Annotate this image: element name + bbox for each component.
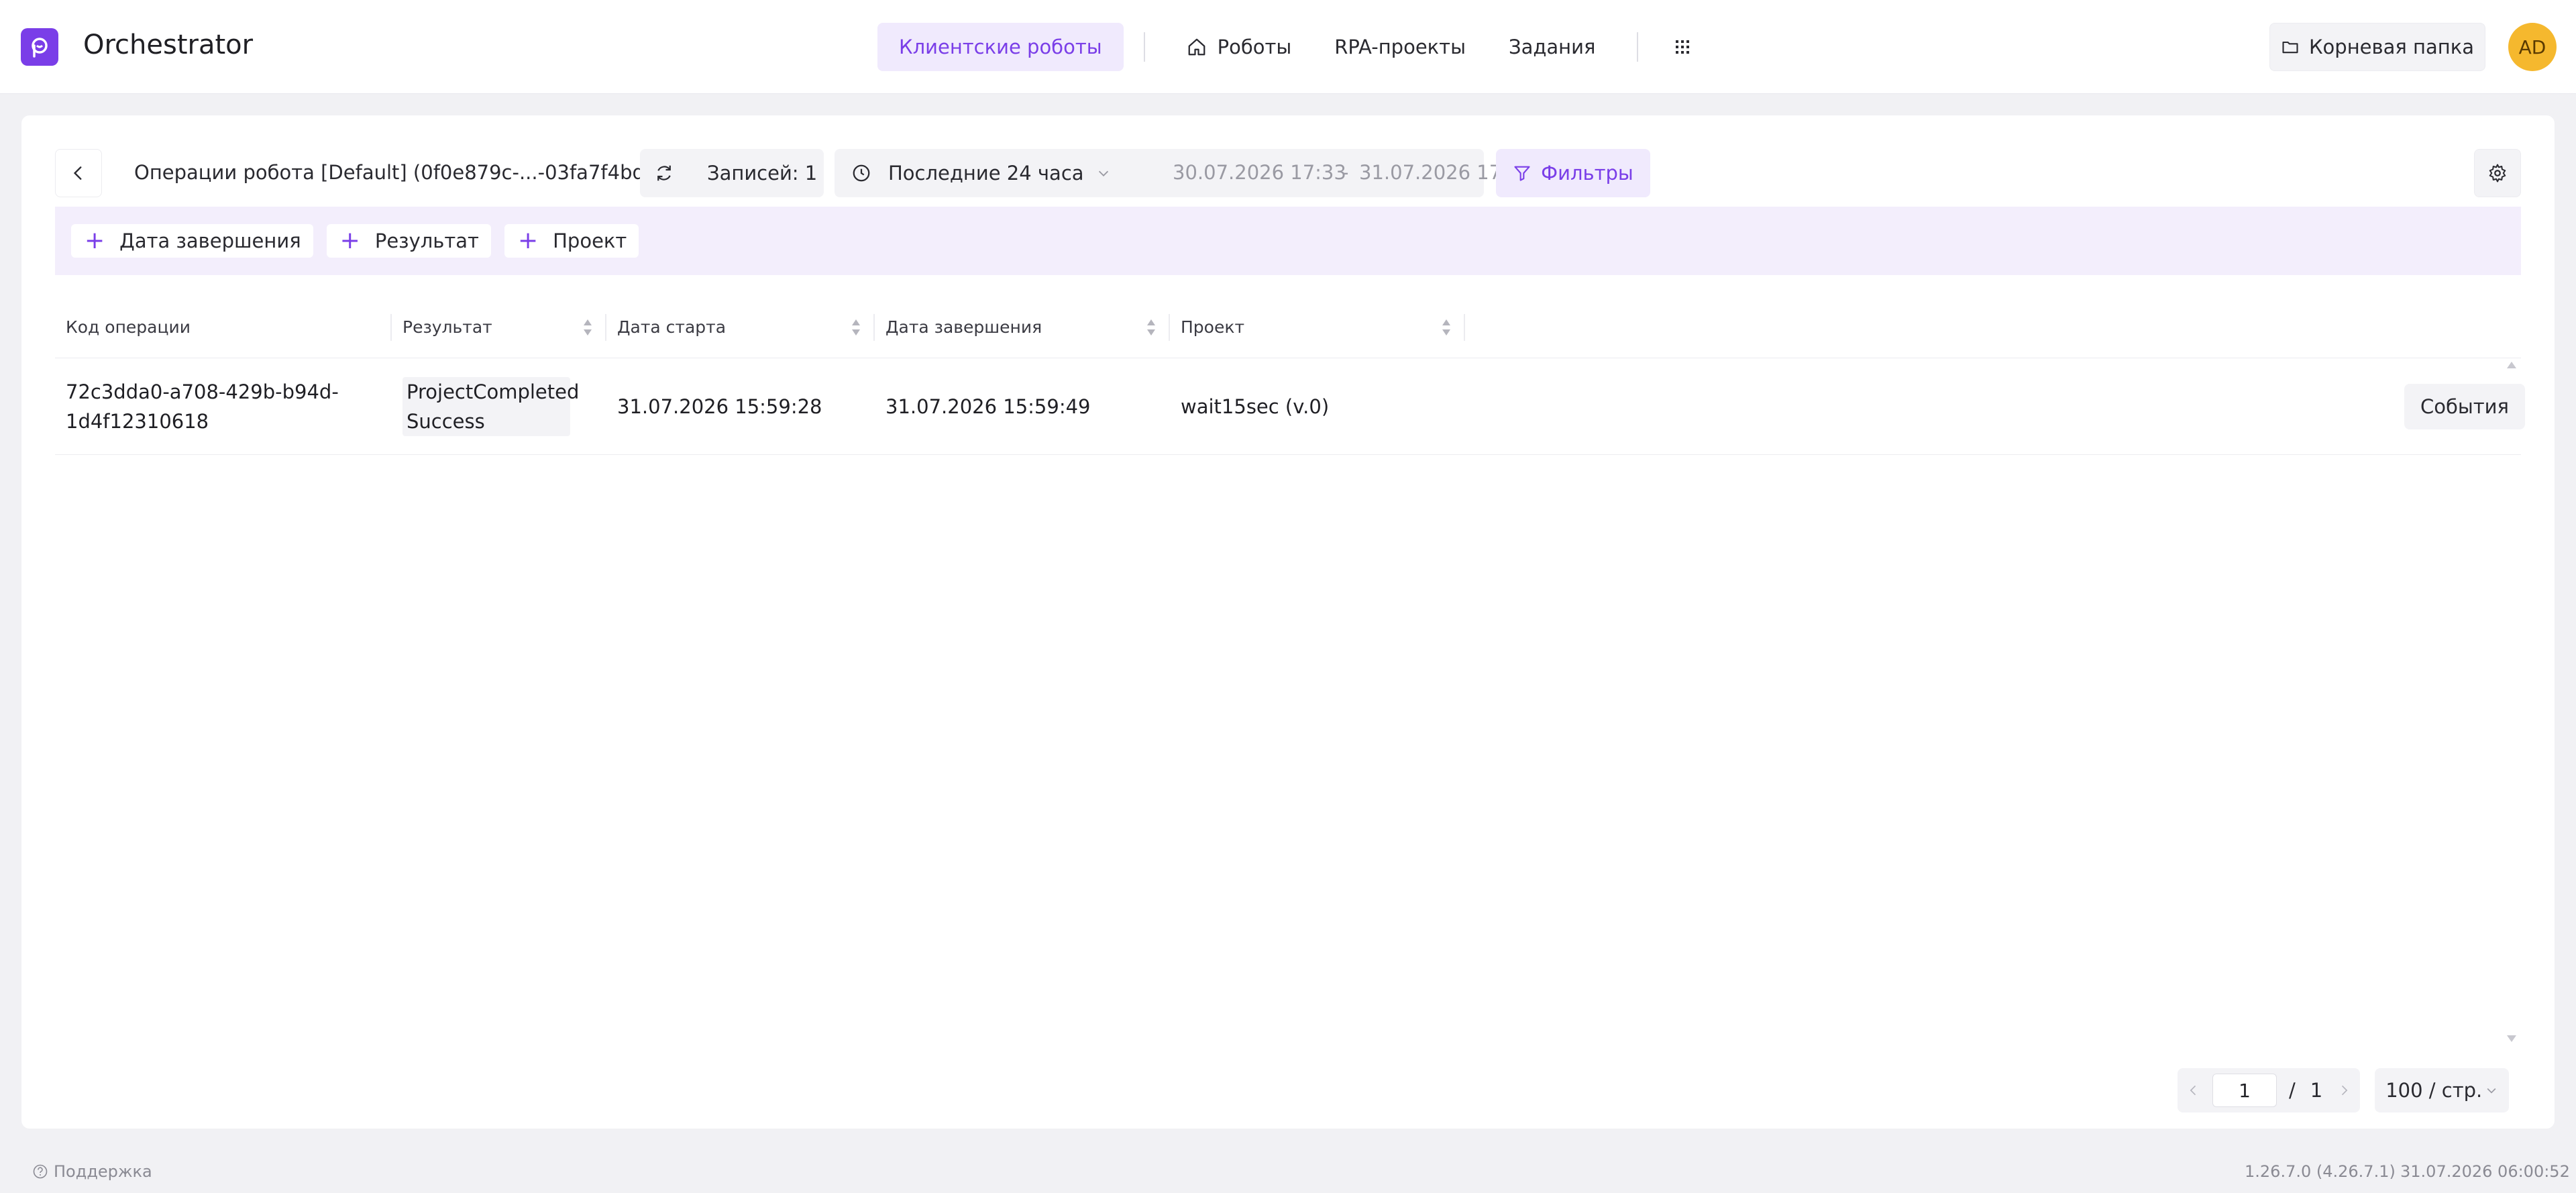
page-size-label: 100 / стр. <box>2385 1079 2483 1102</box>
filter-chips-bar: + Дата завершения + Результат + Проект <box>55 207 2521 275</box>
next-page-icon[interactable] <box>2337 1084 2351 1097</box>
column-title: Дата завершения <box>885 317 1042 337</box>
help-icon <box>33 1164 48 1179</box>
records-count: Записей: 1 <box>707 162 818 185</box>
nav-rpa-projects[interactable]: RPA-проекты <box>1313 23 1487 71</box>
refresh-button[interactable]: Записей: 1 <box>640 149 824 197</box>
col-project[interactable]: Проект <box>1170 295 1465 358</box>
add-filter-end-date[interactable]: + Дата завершения <box>71 224 313 258</box>
top-bar: Orchestrator Клиентские роботы Роботы RP… <box>0 0 2576 94</box>
pagination: / 1 100 / стр. <box>2178 1068 2510 1112</box>
plus-icon: + <box>339 227 360 254</box>
sort-icon[interactable] <box>1441 318 1452 337</box>
gear-icon <box>2489 164 2506 183</box>
date-from[interactable]: 30.07.2026 17:33 <box>1173 161 1346 184</box>
filters-button[interactable]: Фильтры <box>1496 149 1650 197</box>
clock-icon <box>853 164 870 182</box>
cell-project: wait15sec (v.0) <box>1181 395 1330 418</box>
page-title: Операции робота [Default] (0f0e879c-...-… <box>134 161 682 184</box>
prev-page-icon[interactable] <box>2187 1084 2200 1097</box>
footer: Поддержка 1.26.7.0 (4.26.7.1) 31.07.2026… <box>0 1149 2576 1193</box>
page-input[interactable] <box>2212 1074 2277 1107</box>
refresh-icon <box>657 165 671 181</box>
version-text: 1.26.7.0 (4.26.7.1) <box>2245 1162 2396 1181</box>
add-filter-result[interactable]: + Результат <box>326 224 491 258</box>
nav-divider <box>1637 32 1639 62</box>
date-separator: - <box>1342 161 1349 184</box>
col-end-date[interactable]: Дата завершения <box>875 295 1170 358</box>
cell-end: 31.07.2026 15:59:49 <box>885 395 1091 418</box>
page-size-select[interactable]: 100 / стр. <box>2375 1068 2510 1112</box>
avatar[interactable]: AD <box>2508 23 2557 71</box>
table-header: Код операции Результат Дата старта Дата … <box>55 295 2521 358</box>
settings-button[interactable] <box>2474 149 2521 197</box>
result-tag: ProjectCompleted Success <box>402 377 579 436</box>
server-time: 31.07.2026 06:00:52 <box>2400 1162 2570 1181</box>
add-filter-project[interactable]: + Проект <box>504 224 639 258</box>
cell-result: ProjectCompleted Success <box>392 358 606 455</box>
table-row[interactable]: 72c3dda0-a708-429b-b94d-1d4f12310618 Pro… <box>55 358 2525 455</box>
nav-tasks[interactable]: Задания <box>1487 23 1617 71</box>
scroll-down-icon[interactable] <box>2506 1035 2517 1043</box>
folder-icon <box>2282 41 2298 54</box>
logo-icon <box>32 38 48 58</box>
page-separator: / <box>2289 1079 2296 1102</box>
back-button[interactable] <box>55 149 102 197</box>
events-button[interactable]: События <box>2404 384 2525 429</box>
apps-grid-button[interactable] <box>1658 23 1707 71</box>
nav-label: RPA-проекты <box>1334 36 1466 58</box>
app-title: Orchestrator <box>83 30 254 60</box>
plus-icon: + <box>85 227 105 254</box>
filters-label: Фильтры <box>1541 162 1633 185</box>
grid-icon <box>1676 40 1690 54</box>
chevron-down-icon <box>2487 1088 2496 1094</box>
main-nav: Клиентские роботы Роботы RPA-проекты Зад… <box>877 23 1707 71</box>
page-total: 1 <box>2310 1079 2323 1102</box>
column-title: Результат <box>402 317 492 337</box>
period-label: Последние 24 часа <box>888 162 1084 185</box>
col-start-date[interactable]: Дата старта <box>606 295 875 358</box>
scroll-up-icon[interactable] <box>2506 361 2517 369</box>
nav-label: Роботы <box>1217 36 1292 58</box>
nav-robots[interactable]: Роботы <box>1165 23 1313 71</box>
sort-icon[interactable] <box>851 318 861 337</box>
chevron-down-icon <box>1098 170 1108 176</box>
filter-icon <box>1514 166 1530 181</box>
chevron-left-icon <box>73 166 82 180</box>
chip-label: Проект <box>553 229 627 252</box>
col-result[interactable]: Результат <box>392 295 606 358</box>
root-folder-button[interactable]: Корневая папка <box>2269 23 2485 71</box>
cell-op-code: 72c3dda0-a708-429b-b94d-1d4f12310618 <box>55 358 392 455</box>
chip-label: Дата завершения <box>119 229 301 252</box>
nav-label: Клиентские роботы <box>899 36 1102 58</box>
nav-divider <box>1143 32 1145 62</box>
plus-icon: + <box>517 227 539 254</box>
app-logo[interactable] <box>21 28 58 66</box>
nav-label: Задания <box>1508 36 1596 58</box>
page-navigator: / 1 <box>2178 1068 2361 1112</box>
op-code-text: 72c3dda0-a708-429b-b94d-1d4f12310618 <box>66 380 339 433</box>
column-title: Код операции <box>66 317 191 337</box>
column-title: Проект <box>1181 317 1245 337</box>
main-panel: Операции робота [Default] (0f0e879c-...-… <box>21 115 2555 1129</box>
support-label: Поддержка <box>54 1162 152 1181</box>
support-link[interactable]: Поддержка <box>32 1162 152 1181</box>
home-icon <box>1188 38 1205 56</box>
nav-client-robots[interactable]: Клиентские роботы <box>877 23 1124 71</box>
operations-table: Код операции Результат Дата старта Дата … <box>55 295 2525 455</box>
root-folder-label: Корневая папка <box>2308 36 2475 58</box>
cell-start: 31.07.2026 15:59:28 <box>617 395 822 418</box>
toolbar: Операции робота [Default] (0f0e879c-...-… <box>55 149 2521 197</box>
col-op-code: Код операции <box>55 295 392 358</box>
sort-icon[interactable] <box>582 318 593 337</box>
column-title: Дата старта <box>617 317 727 337</box>
sort-icon[interactable] <box>1146 318 1157 337</box>
chip-label: Результат <box>374 229 479 252</box>
